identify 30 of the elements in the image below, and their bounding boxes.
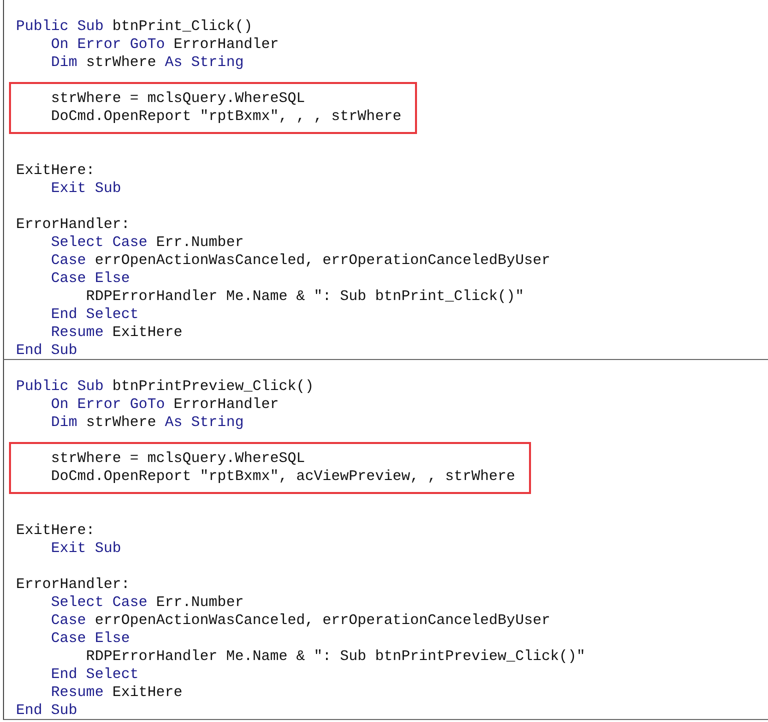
code-line: End Sub	[16, 702, 78, 720]
code-line: strWhere = mclsQuery.WhereSQL	[50, 450, 306, 468]
code-line: Public Sub btnPrintPreview_Click()	[16, 378, 315, 396]
code-line: strWhere = mclsQuery.WhereSQL	[50, 90, 306, 108]
code-line: Case errOpenActionWasCanceled, errOperationCanceledByUser	[50, 612, 552, 630]
code-line: Select Case Err.Number	[50, 234, 245, 252]
code-line: ExitHere:	[16, 522, 96, 540]
code-line: RDPErrorHandler Me.Name & ": Sub btnPrint_Click()"	[85, 288, 525, 306]
code-line: End Select	[50, 306, 140, 324]
code-line: Select Case Err.Number	[50, 594, 245, 612]
code-line: ErrorHandler:	[16, 216, 131, 234]
code-line: On Error GoTo ErrorHandler	[50, 36, 280, 54]
code-line: Exit Sub	[50, 540, 122, 558]
code-line: Exit Sub	[50, 180, 122, 198]
code-line: Resume ExitHere	[50, 324, 184, 342]
code-line: Case Else	[50, 270, 131, 288]
code-line: Resume ExitHere	[50, 684, 184, 702]
code-line: DoCmd.OpenReport "rptBxmx", , , strWhere	[50, 108, 402, 126]
code-line: Case errOpenActionWasCanceled, errOperationCanceledByUser	[50, 252, 552, 270]
code-line: End Select	[50, 666, 140, 684]
code-line: ErrorHandler:	[16, 576, 131, 594]
code-line: DoCmd.OpenReport "rptBxmx", acViewPreview, , strWhere	[50, 468, 516, 486]
code-line: Case Else	[50, 630, 131, 648]
code-line: ExitHere:	[16, 162, 96, 180]
code-line: On Error GoTo ErrorHandler	[50, 396, 280, 414]
code-line: Dim strWhere As String	[50, 54, 245, 72]
code-line: Public Sub btnPrint_Click()	[16, 18, 254, 36]
code-line: RDPErrorHandler Me.Name & ": Sub btnPrintPreview_Click()"	[85, 648, 586, 666]
code-line: Dim strWhere As String	[50, 414, 245, 432]
code-line: End Sub	[16, 342, 78, 360]
